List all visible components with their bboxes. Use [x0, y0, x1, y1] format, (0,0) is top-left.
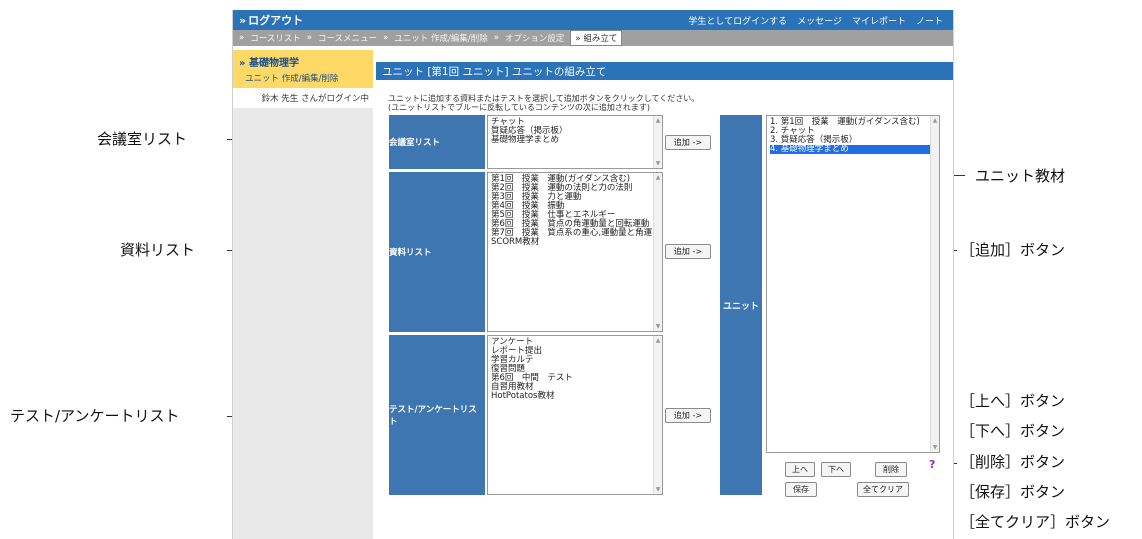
breadcrumb-options[interactable]: オプション設定: [505, 32, 565, 44]
double-chevron-icon: »: [239, 13, 247, 27]
down-button[interactable]: 下へ: [821, 462, 851, 477]
tests-list-label: テスト/アンケートリスト: [389, 335, 485, 495]
callout-meeting-list: 会議室リスト: [97, 130, 188, 148]
save-button[interactable]: 保存: [785, 482, 817, 497]
scrollbar[interactable]: ▲ ▼: [930, 116, 939, 452]
login-as-student-link[interactable]: 学生としてログインする: [688, 14, 787, 27]
list-item[interactable]: SCORM教材: [491, 238, 659, 247]
list-item[interactable]: HotPotatos教材: [491, 392, 659, 401]
materials-listbox[interactable]: 第1回 授業 運動(ガイダンス含む) 第2回 授業 運動の法則と力の法則 第3回…: [487, 172, 663, 332]
breadcrumb-unit-edit[interactable]: ユニット 作成/編集/削除: [394, 32, 487, 44]
tests-add-button[interactable]: 追加 ->: [665, 408, 711, 423]
page-title: ユニット [第1回 ユニット] ユニットの組み立て: [376, 62, 953, 80]
meeting-add-button[interactable]: 追加 ->: [665, 135, 711, 150]
top-links: 学生としてログインする メッセージ マイレポート ノート: [688, 14, 953, 27]
callout-delete-button: ［削除］ボタン: [960, 453, 1066, 471]
scroll-up-icon[interactable]: ▲: [654, 336, 662, 345]
sidebar-item-unit-edit[interactable]: ユニット 作成/編集/削除: [233, 71, 373, 88]
breadcrumb: » コースリスト » コースメニュー » ユニット 作成/編集/削除 » オプシ…: [233, 30, 953, 46]
meeting-listbox[interactable]: チャット 質疑応答（掲示板） 基礎物理学まとめ ▲ ▼: [487, 115, 663, 169]
clear-all-button[interactable]: 全てクリア: [857, 482, 909, 497]
scroll-up-icon[interactable]: ▲: [654, 116, 662, 125]
note-link[interactable]: ノート: [916, 14, 943, 27]
course-title-label: 基礎物理学: [248, 58, 299, 69]
callout-down-button: ［下へ］ボタン: [960, 422, 1066, 440]
my-report-link[interactable]: マイレポート: [852, 14, 906, 27]
scroll-down-icon[interactable]: ▼: [654, 322, 662, 331]
unit-listbox[interactable]: 1. 第1回 授業 運動(ガイダンス含む) 2. チャット 3. 質疑応答（掲示…: [766, 115, 940, 453]
scroll-down-icon[interactable]: ▼: [654, 159, 662, 168]
tests-listbox[interactable]: アンケート レポート提出 学習カルテ 復習問題 第6回 中間 テスト 自習用教材…: [487, 335, 663, 495]
help-icon[interactable]: ?: [929, 458, 935, 471]
callout-up-button: ［上へ］ボタン: [960, 392, 1066, 410]
scroll-down-icon[interactable]: ▼: [931, 443, 939, 452]
logout-label: ログアウト: [248, 14, 304, 27]
scrollbar[interactable]: ▲ ▼: [653, 116, 662, 168]
breadcrumb-current-label: 組み立て: [583, 34, 618, 44]
scroll-up-icon[interactable]: ▲: [654, 173, 662, 182]
scrollbar[interactable]: ▲ ▼: [653, 173, 662, 331]
unit-item-selected[interactable]: 4. 基礎物理学まとめ: [770, 145, 936, 154]
callout-add-button: ［追加］ボタン: [960, 241, 1066, 259]
breadcrumb-sep-icon: »: [383, 33, 389, 43]
breadcrumb-sep-icon: »: [306, 33, 312, 43]
breadcrumb-course-menu[interactable]: コースメニュー: [318, 32, 377, 44]
meeting-list-label: 会議室リスト: [389, 115, 485, 169]
unit-label: ユニット: [720, 115, 762, 495]
logout-link[interactable]: » ログアウト: [233, 12, 303, 28]
materials-add-button[interactable]: 追加 ->: [665, 244, 711, 259]
delete-button[interactable]: 削除: [875, 462, 907, 477]
breadcrumb-course-list[interactable]: コースリスト: [250, 32, 301, 44]
scroll-up-icon[interactable]: ▲: [931, 116, 939, 125]
callout-clear-button: ［全てクリア］ボタン: [960, 513, 1111, 531]
breadcrumb-sep-icon: »: [493, 33, 499, 43]
callout-save-button: ［保存］ボタン: [960, 483, 1066, 501]
list-item[interactable]: 基礎物理学まとめ: [491, 136, 659, 145]
instruction-text: ユニットに追加する資料またはテストを選択して追加ボタンをクリックしてください。 …: [388, 94, 953, 112]
breadcrumb-current: » 組み立て: [570, 30, 623, 46]
message-link[interactable]: メッセージ: [797, 14, 842, 27]
lms-window: » ログアウト 学生としてログインする メッセージ マイレポート ノート » コ…: [232, 10, 954, 539]
course-title[interactable]: » 基礎物理学: [233, 50, 373, 71]
instruction-line: (ユニットリストでブルーに反転しているコンテンツの次に追加されます): [388, 103, 650, 112]
up-button[interactable]: 上へ: [785, 462, 815, 477]
callout-unit-material: ユニット教材: [975, 167, 1066, 185]
login-status: 鈴木 先生 さんがログイン中: [233, 88, 373, 108]
instruction-line: ユニットに追加する資料またはテストを選択して追加ボタンをクリックしてください。: [388, 94, 700, 103]
top-bar: » ログアウト 学生としてログインする メッセージ マイレポート ノート: [233, 10, 953, 30]
callout-tests-list: テスト/アンケートリスト: [10, 407, 180, 425]
materials-list-label: 資料リスト: [389, 172, 485, 332]
scrollbar[interactable]: ▲ ▼: [653, 336, 662, 494]
scroll-down-icon[interactable]: ▼: [654, 485, 662, 494]
breadcrumb-sep-icon: »: [239, 33, 245, 43]
callout-materials-list: 資料リスト: [120, 241, 196, 259]
sidebar: » 基礎物理学 ユニット 作成/編集/削除 鈴木 先生 さんがログイン中: [233, 50, 373, 539]
